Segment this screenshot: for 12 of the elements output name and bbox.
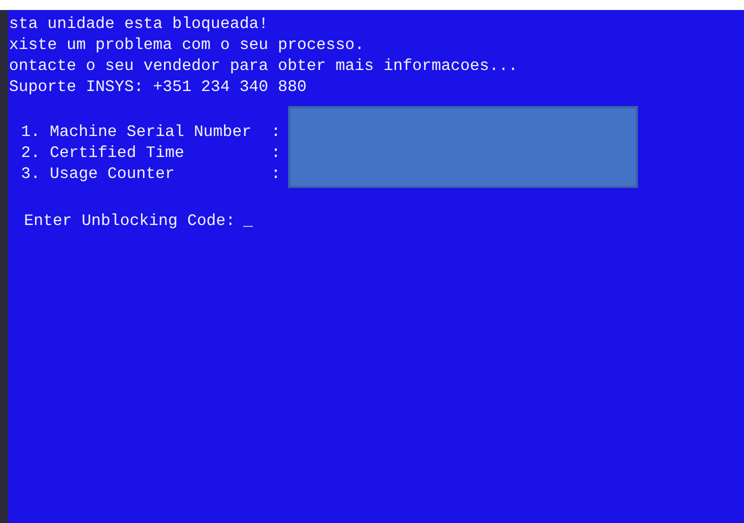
field-separator: : (271, 122, 281, 143)
field-label: 2. Certified Time (21, 143, 186, 164)
prompt-label: Enter Unblocking Code: (24, 211, 236, 232)
field-separator: : (271, 143, 281, 164)
text-cursor[interactable]: _ (243, 211, 253, 232)
message-line: sta unidade esta bloqueada! (9, 14, 268, 35)
field-separator: : (271, 164, 281, 185)
field-label: 1. Machine Serial Number (21, 122, 252, 143)
message-line: xiste um problema com o seu processo. (9, 35, 364, 56)
field-label: 3. Usage Counter (21, 164, 176, 185)
message-line: ontacte o seu vendedor para obter mais informacoes... (9, 56, 518, 77)
message-line: Suporte INSYS: +351 234 340 880 (9, 77, 307, 98)
